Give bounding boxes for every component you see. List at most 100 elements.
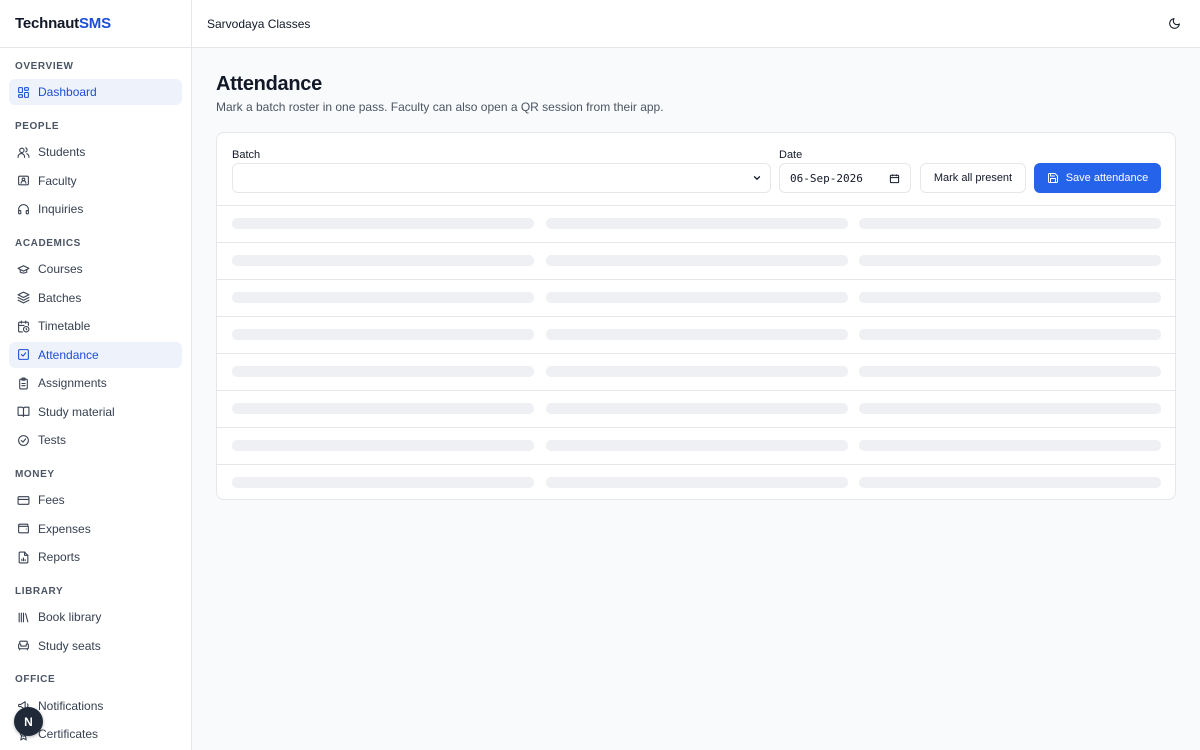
sidebar-item-label: Fees — [38, 493, 65, 507]
layers-icon — [17, 291, 30, 304]
sidebar-item-study-material[interactable]: Study material — [9, 399, 182, 425]
sidebar-nav: OVERVIEW Dashboard PEOPLE Students Facul… — [0, 59, 191, 747]
skeleton-cell — [546, 255, 848, 266]
sidebar-item-inquiries[interactable]: Inquiries — [9, 196, 182, 222]
date-label: Date — [779, 149, 803, 161]
headset-icon — [17, 203, 30, 216]
skeleton-cell — [546, 403, 848, 414]
sidebar-item-reports[interactable]: Reports — [9, 544, 182, 570]
sidebar-item-assignments[interactable]: Assignments — [9, 370, 182, 396]
sidebar-item-timetable[interactable]: Timetable — [9, 313, 182, 339]
sidebar-item-expenses[interactable]: Expenses — [9, 516, 182, 542]
skeleton-row — [217, 465, 1175, 499]
mark-all-present-button[interactable]: Mark all present — [920, 163, 1026, 193]
sidebar-item-label: Expenses — [38, 521, 91, 536]
graduation-cap-icon — [17, 263, 30, 276]
section-label-overview: OVERVIEW — [15, 60, 74, 72]
skeleton-cell — [232, 440, 534, 451]
book-open-icon — [17, 405, 30, 418]
skeleton-cell — [859, 477, 1161, 488]
section-label-academics: ACADEMICS — [15, 237, 81, 249]
skeleton-cell — [232, 292, 534, 303]
clipboard-icon — [17, 377, 30, 390]
sidebar-item-label: Timetable — [38, 319, 91, 333]
skeleton-cell — [546, 440, 848, 451]
skeleton-row — [217, 391, 1175, 428]
sidebar-item-attendance[interactable]: Attendance — [9, 341, 182, 368]
save-attendance-button[interactable]: Save attendance — [1034, 163, 1161, 193]
sidebar-item-label: Faculty — [38, 173, 77, 188]
sidebar-item-label: Study seats — [38, 638, 101, 653]
armchair-icon — [17, 639, 30, 652]
skeleton-row — [217, 280, 1175, 317]
chevron-down-icon — [753, 176, 761, 180]
date-value: 06-Sep-2026 — [790, 171, 863, 185]
skeleton-cell — [859, 292, 1161, 303]
batch-label: Batch — [232, 149, 261, 161]
skeleton-cell — [859, 403, 1161, 414]
skeleton-cell — [859, 366, 1161, 377]
brand-name-part2: SMS — [78, 15, 111, 32]
skeleton-cell — [232, 329, 534, 340]
theme-toggle-button[interactable] — [1163, 13, 1185, 35]
page-title: Attendance — [216, 73, 322, 95]
section-label-people: PEOPLE — [15, 120, 60, 132]
sidebar-item-batches[interactable]: Batches — [9, 285, 182, 311]
sidebar-item-label: Book library — [38, 610, 102, 624]
skeleton-row — [217, 206, 1175, 243]
users-icon — [17, 146, 30, 159]
skeleton-cell — [232, 218, 534, 229]
section-label-office: OFFICE — [15, 674, 56, 685]
brand-logo[interactable]: Technaut SMS — [0, 0, 191, 48]
id-card-icon — [17, 174, 30, 187]
brand-name-part1: Technaut — [15, 15, 79, 32]
skeleton-cell — [859, 218, 1161, 229]
main-content: Attendance Mark a batch roster in one pa… — [216, 72, 1176, 500]
section-label-money: MONEY — [15, 468, 55, 480]
attendance-card: Batch Date 06-Sep-2026 Mark all present … — [216, 132, 1176, 500]
skeleton-cell — [232, 403, 534, 414]
save-attendance-label: Save attendance — [1065, 172, 1149, 184]
skeleton-cell — [546, 292, 848, 303]
save-icon — [1047, 173, 1058, 183]
calendar-icon[interactable] — [889, 173, 900, 184]
sidebar-item-book-library[interactable]: Book library — [9, 604, 182, 630]
topbar: Sarvodaya Classes — [192, 0, 1200, 48]
skeleton-cell — [859, 329, 1161, 340]
dashboard-icon — [17, 86, 30, 99]
moon-icon — [1168, 18, 1180, 29]
credit-card-icon — [17, 494, 30, 507]
sidebar-item-label: Assignments — [38, 376, 107, 390]
skeleton-row — [217, 317, 1175, 354]
attendance-controls: Batch Date 06-Sep-2026 Mark all present … — [217, 133, 1175, 206]
sidebar-item-label: Study material — [38, 404, 115, 419]
sidebar-item-faculty[interactable]: Faculty — [9, 168, 182, 194]
skeleton-row — [217, 354, 1175, 391]
sidebar-item-fees[interactable]: Fees — [9, 487, 182, 513]
sidebar-item-label: Attendance — [38, 347, 99, 362]
batch-select[interactable] — [232, 163, 771, 193]
calendar-clock-icon — [17, 320, 30, 333]
sidebar: Technaut SMS OVERVIEW Dashboard PEOPLE St… — [0, 0, 192, 750]
check-square-icon — [17, 348, 30, 361]
sidebar-item-label: Courses — [38, 262, 83, 276]
sidebar-item-label: Batches — [38, 290, 82, 305]
sidebar-item-dashboard[interactable]: Dashboard — [9, 79, 182, 105]
wallet-icon — [17, 522, 30, 535]
sidebar-item-label: Inquiries — [38, 202, 84, 216]
library-icon — [17, 611, 30, 624]
skeleton-cell — [232, 366, 534, 377]
sidebar-item-study-seats[interactable]: Study seats — [9, 633, 182, 659]
sidebar-item-tests[interactable]: Tests — [9, 427, 182, 453]
sidebar-item-students[interactable]: Students — [9, 139, 182, 165]
skeleton-cell — [232, 255, 534, 266]
avatar-button[interactable]: N — [14, 707, 43, 736]
sidebar-item-courses[interactable]: Courses — [9, 256, 182, 282]
page-subtitle: Mark a batch roster in one pass. Faculty… — [216, 100, 664, 114]
skeleton-cell — [546, 329, 848, 340]
attendance-roster-skeleton — [217, 206, 1175, 499]
date-input[interactable]: 06-Sep-2026 — [779, 163, 911, 193]
skeleton-cell — [232, 477, 534, 488]
skeleton-row — [217, 428, 1175, 465]
skeleton-cell — [859, 440, 1161, 451]
